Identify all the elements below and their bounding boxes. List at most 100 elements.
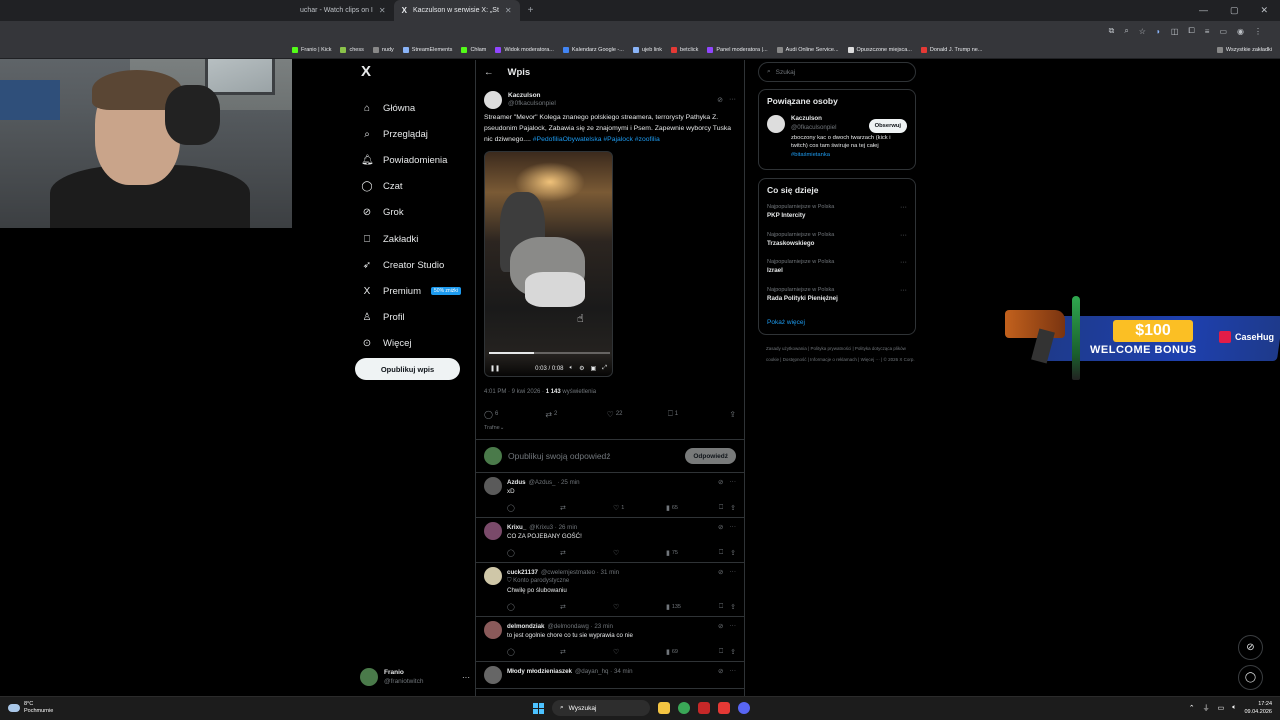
video-progress-bar[interactable]: [489, 352, 610, 355]
repost-action[interactable]: ⇄: [560, 603, 613, 611]
footer-link[interactable]: Więcej ···: [861, 357, 880, 362]
bookmark-item[interactable]: betclick: [671, 46, 698, 53]
tweet-timestamp[interactable]: 4:01 PM · 9 kwi 2026 ·: [484, 389, 544, 395]
bookmark-item[interactable]: Panel moderatora |...: [707, 46, 768, 53]
clock[interactable]: 17:24 09.04.2026: [1244, 700, 1272, 716]
windows-start-icon[interactable]: [533, 702, 544, 714]
footer-link[interactable]: Zasady użytkowania: [766, 346, 807, 351]
browser-tab-active[interactable]: X Kaczulson w serwisie X: „St ✕: [393, 0, 520, 21]
close-tab-icon[interactable]: ✕: [505, 6, 512, 15]
more-dots-icon[interactable]: ···: [900, 259, 907, 266]
nav-item-3[interactable]: ◯ Czat: [355, 174, 475, 200]
views-action[interactable]: ▮ 69: [666, 648, 719, 656]
repost-action[interactable]: ⇄: [560, 549, 613, 557]
hashtag[interactable]: #Pajalock: [603, 136, 632, 143]
grok-icon[interactable]: ⊘: [718, 478, 723, 486]
extension-icon[interactable]: ◗: [1156, 27, 1161, 36]
chrome-icon[interactable]: [678, 702, 690, 714]
more-dots-icon[interactable]: ···: [730, 667, 737, 675]
reply-action[interactable]: ◯: [507, 549, 560, 557]
views-action[interactable]: ▮ 65: [666, 504, 719, 512]
back-arrow-icon[interactable]: ←: [484, 67, 494, 78]
bookmark-item[interactable]: Chłam: [461, 46, 486, 53]
captions-icon[interactable]: ▣: [591, 365, 597, 372]
messages-button[interactable]: ◯: [1238, 665, 1263, 690]
share-icon[interactable]: ⇪: [730, 648, 736, 656]
settings-icon[interactable]: ⚙︎: [579, 365, 584, 372]
reply-item[interactable]: delmondziak @delmondawg · 23 min ⊘ ··· to je…: [476, 617, 744, 663]
more-dots-icon[interactable]: ···: [900, 204, 907, 211]
nav-item-2[interactable]: 🔔︎ Powiadomienia: [355, 147, 475, 173]
tweet-author-handle[interactable]: @0fkaculsonpiel: [508, 100, 556, 108]
split-icon[interactable]: ▭: [1219, 27, 1227, 36]
bookmark-item[interactable]: StreamElements: [402, 46, 452, 53]
usb-icon[interactable]: ⏚: [1203, 703, 1210, 713]
reply-item[interactable]: Azdus @Azdus_ · 25 min ⊘ ··· xD ◯ ⇄ ♡ 1 ▮ 65 ⎕ ⇪: [476, 473, 744, 519]
avatar[interactable]: [484, 91, 502, 109]
reply-author-name[interactable]: Azdus: [507, 479, 526, 486]
post-button[interactable]: Opublikuj wpis: [355, 358, 460, 380]
install-app-icon[interactable]: ⧉: [1109, 26, 1115, 36]
maximize-icon[interactable]: ▢: [1230, 5, 1239, 16]
repost-action[interactable]: ⇄: [560, 648, 613, 656]
bookmark-item[interactable]: Franio | Kick: [292, 46, 331, 53]
pause-icon[interactable]: ❚❚: [490, 365, 500, 372]
all-bookmarks[interactable]: Wszystkie zakładki: [1216, 46, 1280, 53]
grok-icon[interactable]: ⊘: [718, 622, 723, 630]
taskbar-search[interactable]: ⌕ Wyszukaj: [552, 700, 650, 716]
fullscreen-icon[interactable]: ⤢: [602, 365, 607, 372]
views-action[interactable]: ▮ 75: [666, 549, 719, 557]
like-action[interactable]: ♡ 1: [613, 504, 666, 512]
grok-icon[interactable]: ⊘: [718, 568, 723, 576]
more-dots-icon[interactable]: ···: [729, 96, 736, 104]
tweet-author-name[interactable]: Kaczulson: [508, 92, 541, 99]
extension-icon[interactable]: ◫: [1171, 27, 1179, 36]
trend-item[interactable]: Najpopularniejsze w Polska Trzaskowskiego…: [767, 232, 907, 260]
bookmark-item[interactable]: Kalendarz Google -...: [562, 46, 624, 53]
chevron-up-icon[interactable]: ⌃: [1189, 704, 1195, 712]
views-action[interactable]: ▮ 135: [666, 603, 719, 611]
hashtag[interactable]: #zoofilia: [635, 136, 660, 143]
share-action[interactable]: ⇪: [729, 410, 736, 419]
bookmark-item[interactable]: Opuszczone miejsca...: [847, 46, 912, 53]
follow-button[interactable]: Obserwuj: [868, 119, 907, 133]
bookmark-item[interactable]: Donald J. Trump ne...: [920, 46, 982, 53]
tweet-video[interactable]: ❚❚ 0:03 / 0:08 🔈︎ ⚙︎ ▣ ⤢: [484, 151, 613, 378]
avatar[interactable]: [484, 477, 502, 496]
search-input[interactable]: ⌕ Szukaj: [758, 62, 916, 82]
nav-item-9[interactable]: ⊙ Więcej: [355, 331, 475, 357]
x-logo-icon[interactable]: X: [361, 63, 475, 83]
close-tab-icon[interactable]: ✕: [379, 6, 386, 15]
app-icon[interactable]: [698, 702, 710, 714]
bio-hashtag[interactable]: #bitaśmietanka: [791, 152, 830, 158]
avatar[interactable]: [484, 621, 502, 640]
reply-action[interactable]: ◯: [507, 504, 560, 512]
more-dots-icon[interactable]: ···: [462, 673, 470, 682]
avatar[interactable]: [484, 567, 502, 586]
like-action[interactable]: ♡ 22: [607, 410, 668, 419]
bookmark-icon[interactable]: ⎕: [719, 648, 723, 656]
profile-avatar-icon[interactable]: ◉: [1237, 27, 1244, 36]
weather-widget[interactable]: 8°C Pochmurnie: [8, 701, 53, 715]
avatar[interactable]: [484, 666, 502, 685]
grok-icon[interactable]: ⊘: [717, 96, 723, 104]
bookmark-icon[interactable]: ⎕: [719, 603, 723, 611]
reply-author-name[interactable]: cuck21137: [507, 569, 538, 576]
nav-item-6[interactable]: ➶ Creator Studio: [355, 252, 475, 278]
nav-item-0[interactable]: ⌂ Główna: [355, 95, 475, 121]
account-switcher[interactable]: Franio @franiotwitch ···: [360, 665, 470, 689]
network-icon[interactable]: ▭: [1218, 704, 1225, 712]
reply-sort[interactable]: Trafne⌄: [484, 425, 736, 431]
nav-item-4[interactable]: ⊘ Grok: [355, 200, 475, 226]
share-icon[interactable]: ⇪: [730, 549, 736, 557]
file-explorer-icon[interactable]: [658, 702, 670, 714]
like-action[interactable]: ♡: [613, 603, 666, 611]
extensions-puzzle-icon[interactable]: ⧠: [1188, 26, 1194, 36]
nav-item-7[interactable]: X Premium 50% zniżki: [355, 278, 475, 304]
repost-action[interactable]: ⇄ 2: [545, 410, 606, 419]
footer-link[interactable]: Polityka prywatności: [810, 346, 851, 351]
trend-item[interactable]: Najpopularniejsze w Polska Izrael ···: [767, 259, 907, 287]
grok-icon[interactable]: ⊘: [718, 667, 723, 675]
bookmark-item[interactable]: Widok moderatora...: [495, 46, 554, 53]
discord-icon[interactable]: [738, 702, 750, 714]
